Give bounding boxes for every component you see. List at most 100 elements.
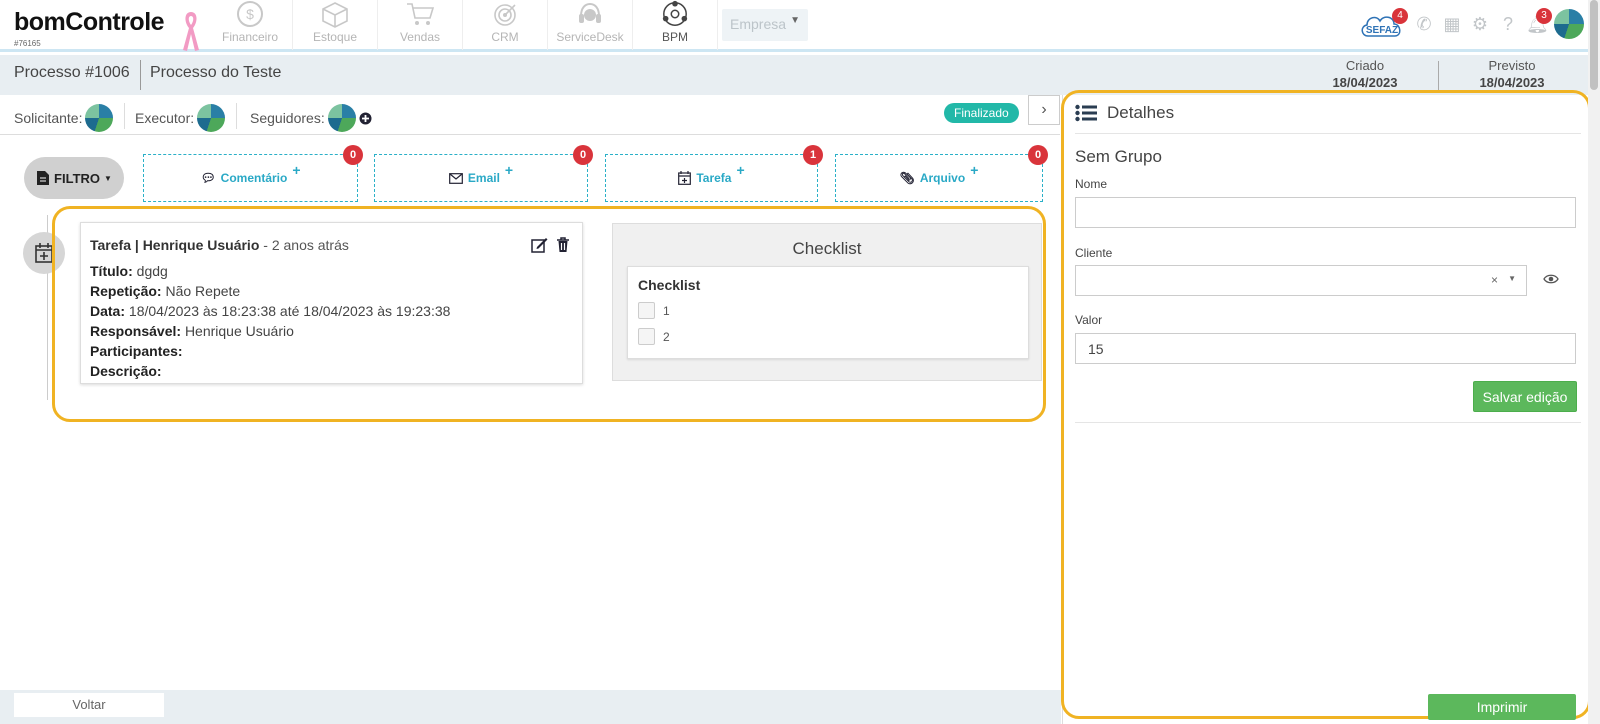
field-label: Responsável: <box>90 323 182 339</box>
edit-icon[interactable] <box>531 237 548 253</box>
calendar-icon[interactable]: ▦ <box>1442 14 1462 35</box>
followers-label: Seguidores: <box>250 110 325 126</box>
task-time-ago: - 2 anos atrás <box>263 237 349 253</box>
plus-icon: + <box>504 162 514 178</box>
calendar-plus-icon <box>35 243 53 263</box>
created-label: Criado <box>1345 58 1385 73</box>
filter-button[interactable]: FILTRO ▼ <box>24 157 124 199</box>
plus-icon: + <box>736 162 745 178</box>
calendar-plus-icon <box>678 171 692 185</box>
field-label: Participantes: <box>90 343 183 359</box>
scrollbar-thumb[interactable] <box>1590 0 1598 90</box>
field-label: Data: <box>90 303 126 319</box>
client-select[interactable]: × ▼ <box>1075 265 1527 296</box>
scrollbar[interactable] <box>1588 0 1600 724</box>
module-bpm[interactable]: BPM <box>633 0 718 50</box>
plus-icon: + <box>970 162 979 178</box>
checkbox[interactable] <box>638 328 655 345</box>
field-label: Repetição: <box>90 283 162 299</box>
checkbox[interactable] <box>638 302 655 319</box>
module-label: ServiceDesk <box>556 30 624 44</box>
module-nav: $ Financeiro Estoque Vendas CRM ServiceD… <box>208 0 718 50</box>
details-header: Detalhes <box>1075 103 1174 123</box>
pink-ribbon-icon <box>180 10 202 57</box>
module-servicedesk[interactable]: ServiceDesk <box>548 0 633 50</box>
group-title: Sem Grupo <box>1075 147 1162 166</box>
caret-down-icon[interactable]: ▼ <box>1508 274 1516 283</box>
checklist-item[interactable]: 2 <box>638 328 1018 345</box>
divider <box>236 103 237 129</box>
help-icon[interactable]: ? <box>1498 14 1518 35</box>
checklist-panel: Checklist Checklist 1 2 <box>612 223 1042 381</box>
expected-value: 18/04/2023 <box>1479 75 1545 90</box>
user-avatar[interactable] <box>1554 9 1584 39</box>
whatsapp-icon[interactable]: ✆ <box>1414 14 1434 35</box>
module-label: BPM <box>661 30 688 44</box>
task-title-value: dgdg <box>136 263 168 279</box>
module-financeiro[interactable]: $ Financeiro <box>208 0 293 50</box>
add-task-button[interactable]: Tarefa + 1 <box>605 145 823 202</box>
filter-label: FILTRO <box>54 170 101 186</box>
divider <box>1075 422 1581 423</box>
follower-avatar[interactable] <box>327 104 356 132</box>
file-icon <box>37 171 50 185</box>
name-input[interactable] <box>1075 197 1576 228</box>
top-right-tools: SEFAZ 4 ✆ ▦ ⚙ ? 🔔︎ 3 <box>1358 6 1584 42</box>
envelope-icon <box>448 172 463 184</box>
divider <box>124 103 125 129</box>
client-label: Cliente <box>1075 246 1113 260</box>
executor-avatar[interactable] <box>197 104 226 132</box>
eye-icon[interactable] <box>1543 273 1559 285</box>
checklist-card-title: Checklist <box>638 277 701 293</box>
action-count-badge: 0 <box>343 145 363 165</box>
task-date-row: Data: 18/04/2023 às 18:23:38 até 18/04/2… <box>90 303 573 319</box>
field-label: Título: <box>90 263 133 279</box>
company-select-value: Empresa <box>730 16 787 32</box>
svg-text:$: $ <box>246 6 254 22</box>
module-label: Estoque <box>312 30 358 44</box>
trash-icon[interactable] <box>556 237 570 253</box>
box-icon <box>322 2 348 28</box>
created-value: 18/04/2023 <box>1332 75 1398 90</box>
add-follower-icon[interactable] <box>359 112 372 125</box>
company-select[interactable]: Empresa ▼ <box>722 9 808 41</box>
value-input[interactable] <box>1075 333 1576 364</box>
created-date: Criado 18/04/2023 <box>1305 58 1425 90</box>
details-panel: Detalhes Sem Grupo Nome Cliente × ▼ Valo… <box>1062 95 1590 724</box>
checklist-item-label: 1 <box>663 303 670 318</box>
task-repeat-row: Repetição: Não Repete <box>90 283 573 299</box>
top-navbar: bomControle #76165 $ Financeiro Estoque … <box>0 0 1600 52</box>
value-label: Valor <box>1075 313 1103 327</box>
checklist-item[interactable]: 1 <box>638 302 1018 319</box>
module-estoque[interactable]: Estoque <box>293 0 378 50</box>
action-label: Comentário <box>220 171 288 185</box>
field-label: Descrição: <box>90 363 162 379</box>
requester-avatar[interactable] <box>85 104 114 132</box>
checklist-panel-title: Checklist <box>792 239 862 258</box>
module-label: Financeiro <box>221 30 279 44</box>
sefaz-button[interactable]: SEFAZ 4 <box>1358 6 1408 42</box>
bell-icon[interactable]: 🔔︎ 3 <box>1526 7 1552 35</box>
brand-logo[interactable]: bomControle #76165 <box>14 8 165 48</box>
process-name: Processo do Teste <box>150 64 282 81</box>
gear-icon[interactable]: ⚙ <box>1470 14 1490 35</box>
clear-icon[interactable]: × <box>1491 273 1498 287</box>
cart-icon <box>407 3 435 25</box>
save-edit-button[interactable]: Salvar edição <box>1473 381 1577 412</box>
chevron-right-icon: › <box>1041 101 1047 118</box>
module-crm[interactable]: CRM <box>463 0 548 50</box>
add-file-button[interactable]: 📎︎ Arquivo + 0 <box>835 145 1048 202</box>
back-button[interactable]: Voltar <box>14 693 164 717</box>
add-email-button[interactable]: Email + 0 <box>374 145 593 202</box>
action-count-badge: 1 <box>803 145 823 165</box>
comment-icon: 💬︎ <box>200 171 216 185</box>
add-comment-button[interactable]: 💬︎ Comentário + 0 <box>143 145 363 202</box>
task-title-row: Título: dgdg <box>90 263 573 279</box>
dollar-circle-icon: $ <box>237 1 263 27</box>
process-header: Processo #1006 Processo do Teste Criado … <box>0 55 1600 95</box>
print-button[interactable]: Imprimir <box>1428 694 1576 720</box>
module-vendas[interactable]: Vendas <box>378 0 463 50</box>
task-responsible-row: Responsável: Henrique Usuário <box>90 323 573 339</box>
toggle-panel-button[interactable]: › <box>1028 95 1060 125</box>
task-responsible-value: Henrique Usuário <box>184 323 294 339</box>
